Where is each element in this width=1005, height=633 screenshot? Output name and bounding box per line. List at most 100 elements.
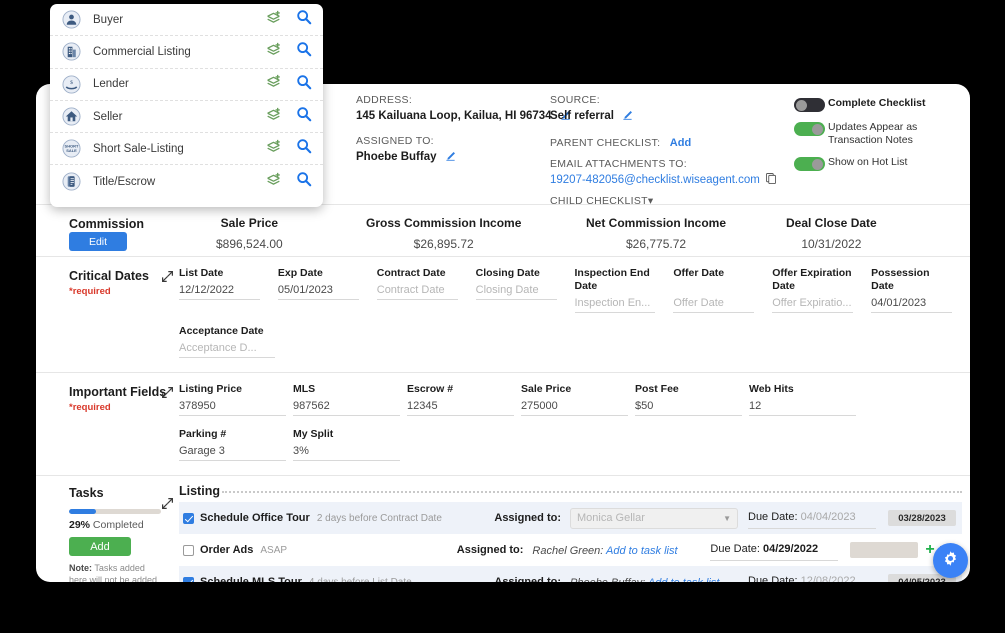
add-to-stack-icon[interactable] [265, 107, 282, 127]
task-row[interactable]: Order Ads ASAP Assigned to: Rachel Green… [179, 534, 962, 566]
toggle-complete-checklist[interactable]: Complete Checklist [794, 97, 970, 112]
parent-checklist-row: PARENT CHECKLIST: Add [550, 133, 780, 152]
copy-icon[interactable] [765, 172, 777, 188]
add-to-stack-icon[interactable] [265, 42, 282, 62]
possession-date-input[interactable] [871, 294, 952, 313]
email-attachments-value[interactable]: 19207-482056@checklist.wiseagent.com [550, 172, 760, 188]
offer-date-input[interactable] [673, 294, 754, 313]
field-mls: MLS [293, 383, 400, 416]
add-to-stack-icon[interactable] [265, 74, 282, 94]
due-date-value: 12/08/2022 [801, 575, 856, 582]
field-my-split: My Split [293, 428, 400, 461]
post-fee-input[interactable] [635, 397, 742, 416]
toggle-switch-on[interactable] [794, 157, 825, 171]
dropdown-item-label: Short Sale-Listing [93, 143, 184, 155]
parent-checklist-add-link[interactable]: Add [670, 137, 691, 149]
due-date-label: Due Date: [710, 543, 763, 555]
mls-input[interactable] [293, 397, 400, 416]
search-icon[interactable] [296, 9, 312, 30]
contract-date-input[interactable] [377, 281, 458, 300]
expand-tasks-icon[interactable] [161, 497, 174, 510]
task-checkbox-unchecked[interactable] [183, 545, 194, 556]
task-row[interactable]: Schedule Office Tour 2 days before Contr… [179, 502, 962, 534]
checklist-type-dropdown[interactable]: Buyer Commercial Listing [50, 4, 323, 207]
commission-edit-button[interactable]: Edit [69, 232, 127, 251]
add-to-stack-icon[interactable] [265, 172, 282, 192]
toggle-show-on-hot-list[interactable]: Show on Hot List [794, 156, 970, 171]
field-label: Parking # [179, 428, 286, 441]
toggle-updates-appear-as-transaction-notes[interactable]: Updates Appear as Transaction Notes [794, 121, 970, 147]
task-checkbox-checked[interactable] [183, 513, 194, 524]
dropdown-item-label: Commercial Listing [93, 46, 191, 58]
edit-assigned-to-pencil-icon[interactable] [445, 151, 456, 168]
add-to-task-list-link[interactable]: Add to task list [606, 545, 678, 557]
search-icon[interactable] [296, 171, 312, 192]
completed-date-badge-empty[interactable] [850, 542, 918, 558]
critical-dates-required-note: *required [69, 286, 111, 297]
acceptance-date-input[interactable] [179, 339, 275, 358]
commercial-building-icon [62, 42, 81, 61]
search-icon[interactable] [296, 74, 312, 95]
field-label: Escrow # [407, 383, 514, 396]
dropdown-item-short-sale-listing[interactable]: SHORTSALE Short Sale-Listing [50, 133, 323, 165]
task-checkbox-checked[interactable] [183, 577, 194, 583]
assignee-select[interactable]: Monica Gellar ▼ [570, 508, 738, 529]
escrow-number-input[interactable] [407, 397, 514, 416]
task-name: Schedule Office Tour [200, 512, 310, 524]
assigned-to-label: Assigned to: [494, 512, 561, 524]
dropdown-item-commercial-listing[interactable]: Commercial Listing [50, 36, 323, 68]
expand-important-fields-icon[interactable] [161, 386, 174, 399]
task-row[interactable]: Schedule MLS Tour 4 days before List Dat… [179, 566, 962, 582]
task-when: 4 days before List Date [309, 577, 412, 583]
parking-number-input[interactable] [179, 442, 286, 461]
web-hits-input[interactable] [749, 397, 856, 416]
source-value-row: Self referral [550, 108, 780, 127]
toggle-switch-on[interactable] [794, 122, 825, 136]
my-split-input[interactable] [293, 442, 400, 461]
metric-gross-commission-income: Gross Commission Income $26,895.72 [366, 216, 521, 251]
dropdown-item-actions [265, 171, 312, 192]
listing-price-input[interactable] [179, 397, 286, 416]
offer-expiration-date-input[interactable] [772, 294, 853, 313]
dropdown-item-lender[interactable]: $ Lender [50, 69, 323, 101]
dropdown-item-actions [265, 138, 312, 159]
sale-price-input[interactable] [521, 397, 628, 416]
parent-checklist-label: PARENT CHECKLIST: [550, 137, 660, 149]
search-icon[interactable] [296, 138, 312, 159]
search-icon[interactable] [296, 106, 312, 127]
add-to-task-list-link[interactable]: Add to task list [648, 577, 720, 582]
edit-source-pencil-icon[interactable] [622, 110, 633, 127]
completed-date-badge: 03/28/2023 [888, 510, 956, 526]
dropdown-item-title-escrow[interactable]: Title/Escrow [50, 165, 323, 197]
dropdown-item-buyer[interactable]: Buyer [50, 4, 323, 36]
tasks-progress-suffix: Completed [90, 519, 144, 531]
field-label: Listing Price [179, 383, 286, 396]
due-date-label: Due Date: [748, 575, 801, 582]
svg-text:$: $ [70, 79, 73, 86]
exp-date-input[interactable] [278, 281, 359, 300]
due-date-cell[interactable]: Due Date: 04/04/2023 [748, 507, 876, 529]
closing-date-input[interactable] [476, 281, 557, 300]
field-offer-expiration-date: Offer Expiration Date [772, 267, 853, 313]
field-label: Web Hits [749, 383, 856, 396]
add-to-stack-icon[interactable] [265, 10, 282, 30]
toggle-switch-off[interactable] [794, 98, 825, 112]
add-task-button[interactable]: Add [69, 537, 131, 556]
due-date-cell[interactable]: Due Date: 12/08/2022 [748, 571, 876, 582]
tasks-progress-fill [69, 509, 96, 514]
field-label: List Date [179, 267, 260, 280]
list-date-input[interactable] [179, 281, 260, 300]
assignee-cell: Rachel Green: Add to task list [532, 541, 700, 559]
field-label: Possession Date [871, 267, 952, 293]
due-date-cell[interactable]: Due Date: 04/29/2022 [710, 539, 838, 561]
inspection-end-date-input[interactable] [575, 294, 656, 313]
critical-dates-row-2: Acceptance Date [179, 325, 970, 358]
assigned-to-label: ASSIGNED TO: [356, 133, 551, 149]
add-to-stack-icon[interactable] [265, 139, 282, 159]
search-icon[interactable] [296, 41, 312, 62]
expand-critical-dates-icon[interactable] [161, 270, 174, 283]
settings-fab-button[interactable] [933, 543, 968, 578]
task-name: Order Ads [200, 544, 253, 556]
dropdown-item-seller[interactable]: Seller [50, 101, 323, 133]
app-root: ADDRESS: 145 Kailuana Loop, Kailua, HI 9… [0, 0, 1005, 633]
